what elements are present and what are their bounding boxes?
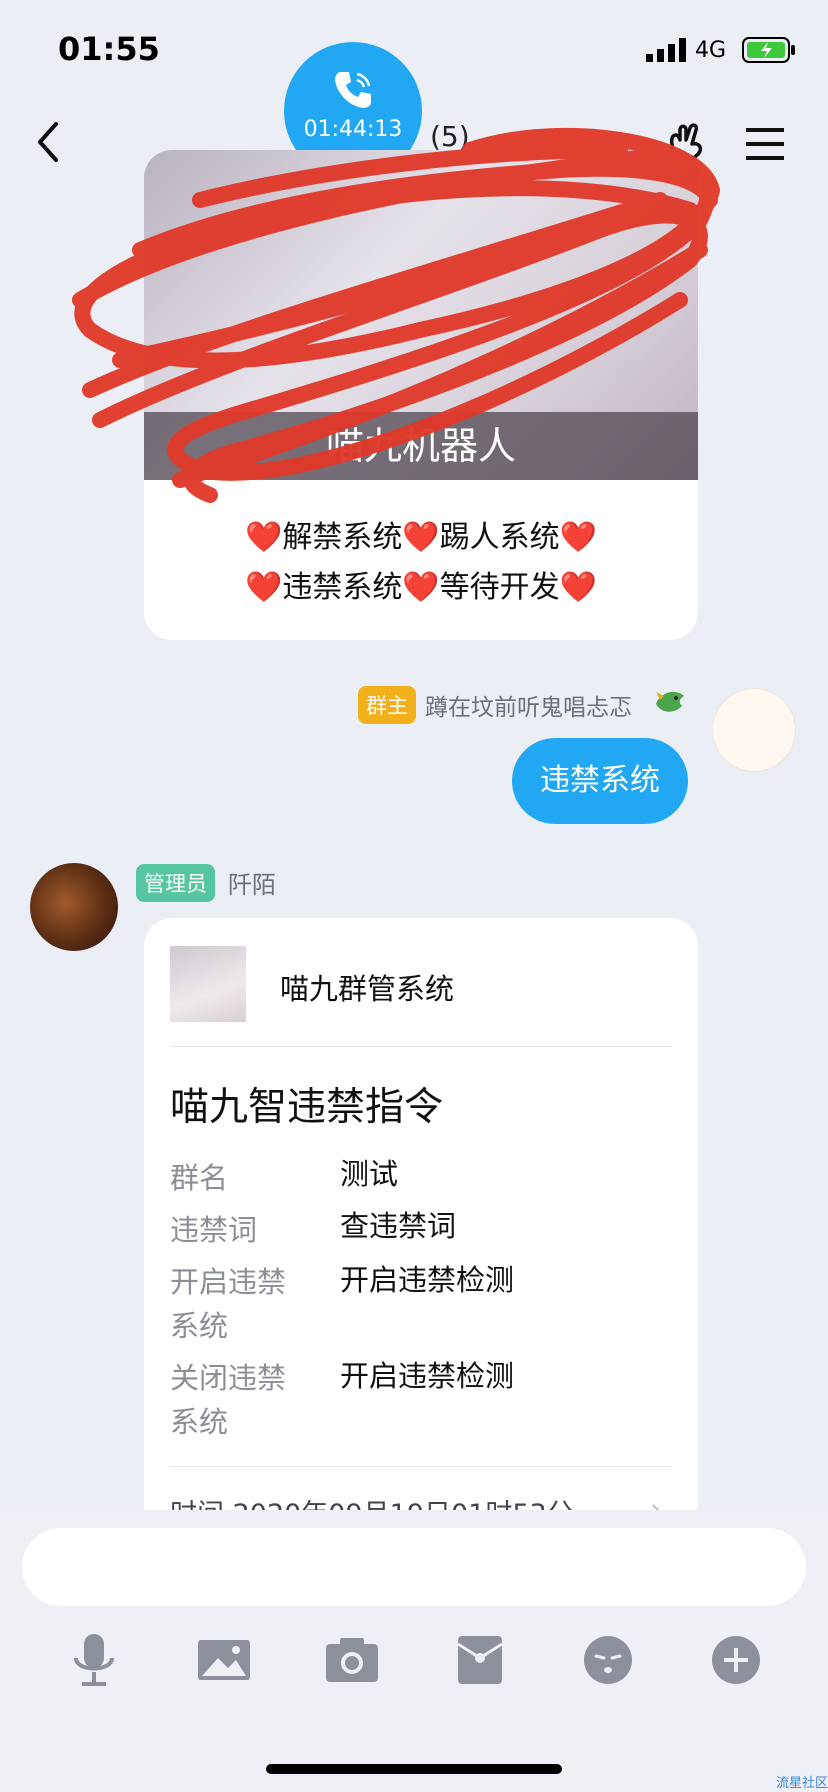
- row-label: 关闭违禁系统: [170, 1361, 287, 1439]
- admin-name: 阡陌: [228, 871, 276, 899]
- emoji-icon[interactable]: [580, 1630, 636, 1690]
- robot-card[interactable]: 喵九机器人 ❤️解禁系统❤️踢人系统❤️ ❤️违禁系统❤️等待开发❤️: [144, 150, 698, 640]
- network-label: 4G: [695, 38, 727, 63]
- divider: [170, 1466, 672, 1467]
- admin-tag: 管理员: [136, 864, 215, 902]
- chat-title: (5): [430, 120, 470, 153]
- battery-icon: [742, 36, 798, 68]
- feature-line-1: ❤️解禁系统❤️踢人系统❤️: [244, 520, 598, 555]
- row-label: 开启违禁系统: [170, 1265, 287, 1343]
- plus-icon[interactable]: [708, 1630, 764, 1690]
- phone-icon: [331, 68, 375, 116]
- owner-avatar[interactable]: [712, 688, 796, 772]
- row-label: 群名: [170, 1161, 229, 1195]
- dragon-icon: [652, 684, 688, 722]
- watermark: 流星社区: [776, 1776, 828, 1791]
- camera-icon[interactable]: [324, 1630, 380, 1690]
- row-label: 违禁词: [170, 1213, 258, 1247]
- message-input[interactable]: [22, 1528, 806, 1606]
- owner-tag: 群主: [358, 686, 416, 724]
- divider: [170, 1046, 672, 1047]
- owner-name: 蹲在坟前听鬼唱忐忑: [425, 695, 632, 721]
- call-duration: 01:44:13: [303, 117, 403, 142]
- admin-avatar[interactable]: [30, 863, 118, 951]
- signal-icon: [646, 38, 690, 66]
- sent-message-bubble[interactable]: 违禁系统: [512, 738, 688, 824]
- menu-icon[interactable]: [746, 126, 786, 166]
- row-value: 开启违禁检测: [340, 1359, 515, 1393]
- home-indicator: [266, 1764, 562, 1774]
- row-value: 测试: [340, 1157, 399, 1191]
- status-time: 01:55: [58, 30, 160, 68]
- row-value: 查违禁词: [340, 1209, 457, 1243]
- feature-line-2: ❤️违禁系统❤️等待开发❤️: [244, 570, 598, 605]
- image-icon[interactable]: [196, 1630, 252, 1690]
- back-button[interactable]: [30, 118, 66, 170]
- app-thumbnail: [170, 946, 246, 1022]
- card-title: 喵九智违禁指令: [170, 1085, 444, 1130]
- row-value: 开启违禁检测: [340, 1263, 515, 1297]
- microphone-icon[interactable]: [66, 1630, 122, 1690]
- app-name: 喵九群管系统: [280, 972, 455, 1006]
- card-caption: 喵九机器人: [144, 412, 698, 480]
- red-packet-icon[interactable]: [452, 1630, 508, 1690]
